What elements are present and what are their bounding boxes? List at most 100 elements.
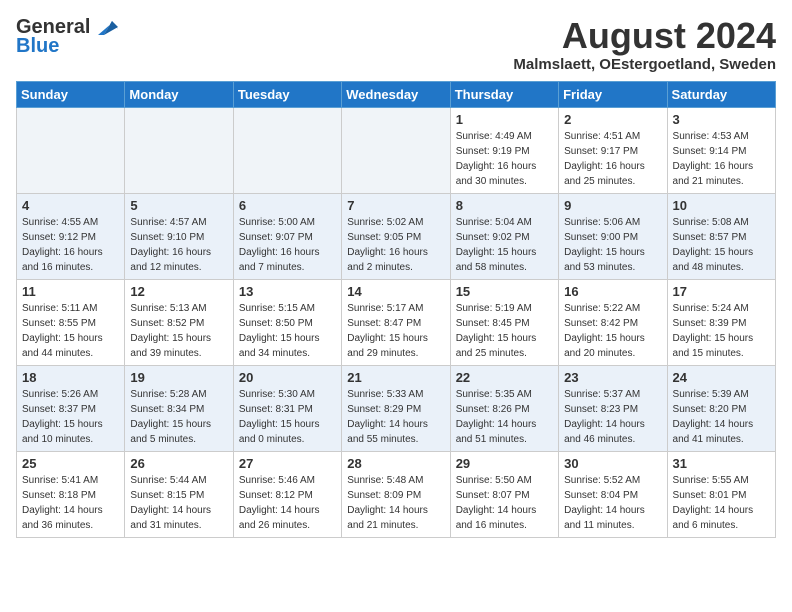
calendar-day-cell: 13 Sunrise: 5:15 AM Sunset: 8:50 PM Dayli… <box>233 279 341 365</box>
day-number: 28 <box>347 456 444 471</box>
logo-icon <box>90 17 120 39</box>
day-info: Sunrise: 5:00 AM Sunset: 9:07 PM Dayligh… <box>239 215 336 275</box>
calendar-day-cell: 31 Sunrise: 5:55 AM Sunset: 8:01 PM Dayli… <box>667 451 775 537</box>
calendar-day-cell: 25 Sunrise: 5:41 AM Sunset: 8:18 PM Dayli… <box>17 451 125 537</box>
day-info: Sunrise: 5:08 AM Sunset: 8:57 PM Dayligh… <box>673 215 770 275</box>
calendar-day-cell: 26Sunrise: 5:44 AM Sunset: 8:15 PM Dayli… <box>125 451 233 537</box>
calendar-day-cell: 14 Sunrise: 5:17 AM Sunset: 8:47 PM Dayli… <box>342 279 450 365</box>
calendar-day-cell <box>17 107 125 193</box>
day-number: 1 <box>456 112 553 127</box>
day-number: 14 <box>347 284 444 299</box>
day-info: Sunrise: 5:48 AM Sunset: 8:09 PM Dayligh… <box>347 473 444 533</box>
calendar-day-cell: 3 Sunrise: 4:53 AM Sunset: 9:14 PM Daylig… <box>667 107 775 193</box>
calendar-day-cell: 10 Sunrise: 5:08 AM Sunset: 8:57 PM Dayli… <box>667 193 775 279</box>
calendar-week-row: 1Sunrise: 4:49 AM Sunset: 9:19 PM Daylig… <box>17 107 776 193</box>
calendar-day-cell: 12Sunrise: 5:13 AM Sunset: 8:52 PM Dayli… <box>125 279 233 365</box>
day-info: Sunrise: 5:19 AM Sunset: 8:45 PM Dayligh… <box>456 301 553 361</box>
calendar-day-cell: 11 Sunrise: 5:11 AM Sunset: 8:55 PM Dayli… <box>17 279 125 365</box>
day-number: 19 <box>130 370 227 385</box>
calendar-day-cell: 21 Sunrise: 5:33 AM Sunset: 8:29 PM Dayli… <box>342 365 450 451</box>
calendar-table: SundayMondayTuesdayWednesdayThursdayFrid… <box>16 81 776 538</box>
title-block: August 2024 Malmslaett, OEstergoetland, … <box>513 16 776 73</box>
day-number: 12 <box>130 284 227 299</box>
calendar-day-cell: 24 Sunrise: 5:39 AM Sunset: 8:20 PM Dayli… <box>667 365 775 451</box>
day-number: 11 <box>22 284 119 299</box>
day-info: Sunrise: 5:11 AM Sunset: 8:55 PM Dayligh… <box>22 301 119 361</box>
day-number: 17 <box>673 284 770 299</box>
day-info: Sunrise: 5:46 AM Sunset: 8:12 PM Dayligh… <box>239 473 336 533</box>
day-number: 25 <box>22 456 119 471</box>
day-of-week-header: Friday <box>559 81 667 107</box>
day-number: 24 <box>673 370 770 385</box>
day-number: 29 <box>456 456 553 471</box>
day-info: Sunrise: 4:53 AM Sunset: 9:14 PM Dayligh… <box>673 129 770 189</box>
day-info: Sunrise: 5:22 AM Sunset: 8:42 PM Dayligh… <box>564 301 661 361</box>
day-number: 31 <box>673 456 770 471</box>
calendar-day-cell: 1Sunrise: 4:49 AM Sunset: 9:19 PM Daylig… <box>450 107 558 193</box>
day-info: Sunrise: 5:26 AM Sunset: 8:37 PM Dayligh… <box>22 387 119 447</box>
calendar-week-row: 25 Sunrise: 5:41 AM Sunset: 8:18 PM Dayli… <box>17 451 776 537</box>
calendar-day-cell: 17 Sunrise: 5:24 AM Sunset: 8:39 PM Dayli… <box>667 279 775 365</box>
day-number: 5 <box>130 198 227 213</box>
day-info: Sunrise: 5:41 AM Sunset: 8:18 PM Dayligh… <box>22 473 119 533</box>
day-info: Sunrise: 5:37 AM Sunset: 8:23 PM Dayligh… <box>564 387 661 447</box>
day-info: Sunrise: 5:24 AM Sunset: 8:39 PM Dayligh… <box>673 301 770 361</box>
day-number: 21 <box>347 370 444 385</box>
calendar-day-cell: 19 Sunrise: 5:28 AM Sunset: 8:34 PM Dayli… <box>125 365 233 451</box>
day-info: Sunrise: 5:33 AM Sunset: 8:29 PM Dayligh… <box>347 387 444 447</box>
location-subtitle: Malmslaett, OEstergoetland, Sweden <box>513 56 776 73</box>
day-number: 2 <box>564 112 661 127</box>
day-number: 4 <box>22 198 119 213</box>
day-info: Sunrise: 5:17 AM Sunset: 8:47 PM Dayligh… <box>347 301 444 361</box>
day-of-week-header: Thursday <box>450 81 558 107</box>
day-number: 16 <box>564 284 661 299</box>
calendar-day-cell: 5 Sunrise: 4:57 AM Sunset: 9:10 PM Daylig… <box>125 193 233 279</box>
day-of-week-header: Monday <box>125 81 233 107</box>
day-number: 15 <box>456 284 553 299</box>
calendar-day-cell <box>342 107 450 193</box>
day-info: Sunrise: 4:57 AM Sunset: 9:10 PM Dayligh… <box>130 215 227 275</box>
calendar-day-cell: 2 Sunrise: 4:51 AM Sunset: 9:17 PM Daylig… <box>559 107 667 193</box>
day-info: Sunrise: 5:30 AM Sunset: 8:31 PM Dayligh… <box>239 387 336 447</box>
calendar-day-cell: 18 Sunrise: 5:26 AM Sunset: 8:37 PM Dayli… <box>17 365 125 451</box>
day-info: Sunrise: 5:55 AM Sunset: 8:01 PM Dayligh… <box>673 473 770 533</box>
day-number: 7 <box>347 198 444 213</box>
day-number: 9 <box>564 198 661 213</box>
day-number: 30 <box>564 456 661 471</box>
day-info: Sunrise: 5:28 AM Sunset: 8:34 PM Dayligh… <box>130 387 227 447</box>
calendar-week-row: 4Sunrise: 4:55 AM Sunset: 9:12 PM Daylig… <box>17 193 776 279</box>
page-header: General Blue August 2024 Malmslaett, OEs… <box>16 16 776 73</box>
month-year-title: August 2024 <box>513 16 776 56</box>
calendar-day-cell: 15 Sunrise: 5:19 AM Sunset: 8:45 PM Dayli… <box>450 279 558 365</box>
day-info: Sunrise: 4:51 AM Sunset: 9:17 PM Dayligh… <box>564 129 661 189</box>
calendar-day-cell: 28 Sunrise: 5:48 AM Sunset: 8:09 PM Dayli… <box>342 451 450 537</box>
day-number: 23 <box>564 370 661 385</box>
day-number: 18 <box>22 370 119 385</box>
days-of-week-row: SundayMondayTuesdayWednesdayThursdayFrid… <box>17 81 776 107</box>
day-of-week-header: Wednesday <box>342 81 450 107</box>
day-info: Sunrise: 5:06 AM Sunset: 9:00 PM Dayligh… <box>564 215 661 275</box>
day-number: 8 <box>456 198 553 213</box>
calendar-day-cell: 27 Sunrise: 5:46 AM Sunset: 8:12 PM Dayli… <box>233 451 341 537</box>
calendar-day-cell <box>233 107 341 193</box>
day-number: 3 <box>673 112 770 127</box>
calendar-day-cell: 29 Sunrise: 5:50 AM Sunset: 8:07 PM Dayli… <box>450 451 558 537</box>
calendar-day-cell: 20Sunrise: 5:30 AM Sunset: 8:31 PM Dayli… <box>233 365 341 451</box>
calendar-day-cell: 30 Sunrise: 5:52 AM Sunset: 8:04 PM Dayli… <box>559 451 667 537</box>
calendar-day-cell: 8Sunrise: 5:04 AM Sunset: 9:02 PM Daylig… <box>450 193 558 279</box>
day-number: 10 <box>673 198 770 213</box>
day-number: 13 <box>239 284 336 299</box>
day-number: 27 <box>239 456 336 471</box>
day-info: Sunrise: 5:35 AM Sunset: 8:26 PM Dayligh… <box>456 387 553 447</box>
day-info: Sunrise: 5:50 AM Sunset: 8:07 PM Dayligh… <box>456 473 553 533</box>
day-info: Sunrise: 5:52 AM Sunset: 8:04 PM Dayligh… <box>564 473 661 533</box>
day-info: Sunrise: 5:15 AM Sunset: 8:50 PM Dayligh… <box>239 301 336 361</box>
day-of-week-header: Sunday <box>17 81 125 107</box>
day-info: Sunrise: 5:39 AM Sunset: 8:20 PM Dayligh… <box>673 387 770 447</box>
logo: General Blue <box>16 16 120 58</box>
calendar-day-cell: 4Sunrise: 4:55 AM Sunset: 9:12 PM Daylig… <box>17 193 125 279</box>
calendar-week-row: 11 Sunrise: 5:11 AM Sunset: 8:55 PM Dayli… <box>17 279 776 365</box>
day-info: Sunrise: 5:02 AM Sunset: 9:05 PM Dayligh… <box>347 215 444 275</box>
calendar-day-cell: 6Sunrise: 5:00 AM Sunset: 9:07 PM Daylig… <box>233 193 341 279</box>
day-number: 26 <box>130 456 227 471</box>
